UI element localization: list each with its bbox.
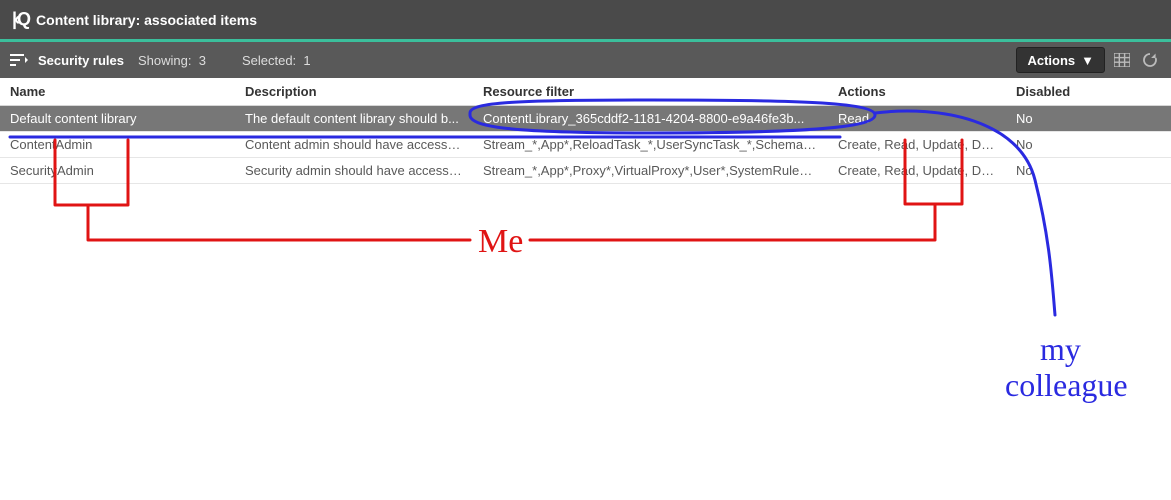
table-row[interactable]: Default content libraryThe default conte… <box>0 106 1171 132</box>
table-header-row: Name Description Resource filter Actions… <box>0 78 1171 106</box>
showing-text: Showing: 3 <box>138 53 206 68</box>
refresh-icon[interactable] <box>1139 49 1161 71</box>
toolbar: Security rules Showing: 3 Selected: 1 Ac… <box>0 42 1171 78</box>
table-row[interactable]: ContentAdminContent admin should have ac… <box>0 132 1171 158</box>
showing-label: Showing: <box>138 53 191 68</box>
selected-label: Selected: <box>242 53 296 68</box>
section-label: Security rules <box>38 53 124 68</box>
back-icon[interactable]: |‹Q <box>12 9 28 30</box>
col-disabled[interactable]: Disabled <box>1006 78 1171 106</box>
col-name[interactable]: Name <box>0 78 235 106</box>
cell-actions: Create, Read, Update, Del... <box>828 132 1006 158</box>
col-actions[interactable]: Actions <box>828 78 1006 106</box>
annotation-me-label: Me <box>478 223 523 260</box>
actions-button-label: Actions <box>1027 53 1075 68</box>
cell-resource-filter: ContentLibrary_365cddf2-1181-4204-8800-e… <box>473 106 828 132</box>
list-filter-icon[interactable] <box>10 53 28 67</box>
col-resource-filter[interactable]: Resource filter <box>473 78 828 106</box>
cell-description: Security admin should have access r... <box>235 158 473 184</box>
annotation-colleague-label: my colleague <box>1005 331 1128 403</box>
cell-name: ContentAdmin <box>0 132 235 158</box>
cell-description: The default content library should b... <box>235 106 473 132</box>
cell-name: Default content library <box>0 106 235 132</box>
column-picker-icon[interactable] <box>1111 49 1133 71</box>
page-title: Content library: associated items <box>36 12 257 28</box>
cell-resource-filter: Stream_*,App*,Proxy*,VirtualProxy*,User*… <box>473 158 828 184</box>
cell-name: SecurityAdmin <box>0 158 235 184</box>
cell-disabled: No <box>1006 106 1171 132</box>
security-rules-table: Name Description Resource filter Actions… <box>0 78 1171 184</box>
showing-count: 3 <box>199 53 206 68</box>
col-description[interactable]: Description <box>235 78 473 106</box>
cell-actions: Read <box>828 106 1006 132</box>
toolbar-left: Security rules Showing: 3 Selected: 1 <box>10 53 311 68</box>
cell-description: Content admin should have access r... <box>235 132 473 158</box>
cell-actions: Create, Read, Update, Del... <box>828 158 1006 184</box>
cell-resource-filter: Stream_*,App*,ReloadTask_*,UserSyncTask_… <box>473 132 828 158</box>
breadcrumb-bar: |‹Q Content library: associated items <box>0 0 1171 42</box>
caret-down-icon: ▼ <box>1081 53 1094 68</box>
selected-count: 1 <box>303 53 310 68</box>
table-row[interactable]: SecurityAdminSecurity admin should have … <box>0 158 1171 184</box>
cell-disabled: No <box>1006 158 1171 184</box>
selected-text: Selected: 1 <box>242 53 311 68</box>
cell-disabled: No <box>1006 132 1171 158</box>
actions-button[interactable]: Actions ▼ <box>1016 47 1105 73</box>
